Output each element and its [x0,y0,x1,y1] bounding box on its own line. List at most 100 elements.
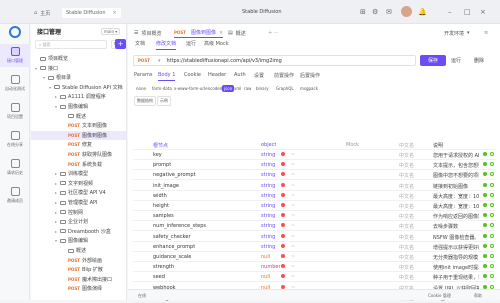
required-icon[interactable] [281,264,285,269]
cn-name-input[interactable]: 中文名 [399,183,414,190]
field-row[interactable]: prompt string ~ 中文名 文本提示，包含您想要在 [133,160,495,171]
field-description[interactable]: 最大高度：宽度：1024 [433,193,479,200]
required-icon[interactable] [281,192,285,197]
tree-item[interactable]: ▸ A1111 调度程序 [31,92,127,101]
field-name[interactable]: samples [153,213,174,219]
url-input[interactable]: https://stablediffusionapi.com/api/v3/im… [166,58,281,64]
field-row[interactable]: height string ~ 中文名 最大高度：宽度：1024 [133,201,495,211]
field-name[interactable]: safety_checker [153,234,191,240]
maximize-icon[interactable]: □ [464,8,471,16]
ptab-body[interactable]: Body 1 [158,72,176,81]
mock-input[interactable]: ~ [291,223,295,229]
field-row[interactable]: seed null ~ 中文名 种子用于重现结果，相同 [133,272,495,283]
menu-icon[interactable]: ≡ [484,28,488,38]
cn-name-input[interactable]: 中文名 [399,234,414,241]
content-type-option[interactable]: binary [254,85,271,92]
field-type[interactable]: null [261,254,270,260]
settings-icon[interactable] [490,254,494,258]
cn-name-input[interactable]: 中文名 [399,152,414,159]
settings-icon[interactable] [490,182,494,187]
save-button[interactable]: 保存 [420,55,446,66]
field-row[interactable]: enhance_prompt string ~ 中文名 增强提示以获得更好的结果 [133,242,495,252]
mock-input[interactable]: ~ [291,152,295,158]
field-type[interactable]: string [261,152,275,158]
mock-input[interactable]: ~ [291,203,295,209]
field-name[interactable]: init_image [153,183,179,189]
field-type[interactable]: number [261,264,281,270]
field-name[interactable]: num_inference_steps [153,223,206,229]
tree-item[interactable]: POST 图像演绎 [31,284,127,293]
add-child-icon[interactable] [483,264,487,269]
project-tab[interactable]: Stable Diffusion × [62,8,121,18]
cn-name-input[interactable]: 中文名 [399,274,414,281]
settings-icon[interactable] [490,162,494,167]
ptab-cookie[interactable]: Cookie [184,72,201,78]
settings-icon[interactable] [490,264,494,269]
mock-input[interactable]: ~ [291,193,295,199]
field-name[interactable]: key [153,152,162,158]
tree-item[interactable]: POST 系统负载 [31,160,127,169]
add-child-icon[interactable] [483,182,487,187]
bell-icon[interactable]: 🔔 [418,8,427,16]
cn-name-input[interactable]: 中文名 [399,172,414,179]
field-type[interactable]: string [261,172,275,178]
tree-search-input[interactable]: ⌕ 搜索 [35,40,107,49]
field-row[interactable]: guidance_scale null ~ 中文名 无分类器指导的规模 [133,252,495,262]
mock-input[interactable]: ~ [291,264,295,270]
tree-item[interactable]: ▸ 管理模型 API [31,198,127,207]
cn-name-input[interactable]: 中文名 [399,203,414,210]
field-description[interactable]: 文本提示，包含您想要在 [433,162,479,169]
content-type-option[interactable]: msgpack [298,85,320,92]
cn-name-input[interactable]: 中文名 [399,244,414,251]
tab-overview[interactable]: ☰ 项目概览 [134,28,162,38]
ptab-header[interactable]: Header [208,72,226,78]
root-row[interactable]: 根节点 object Mock 中文名 说明 [133,140,495,150]
settings-icon[interactable] [490,233,494,238]
help-link[interactable]: 帮助 [474,293,482,299]
env-select[interactable]: 开发环境 ▾ [444,28,470,38]
field-description[interactable]: 种子用于重现结果，相同 [433,274,479,281]
required-icon[interactable] [281,274,285,279]
mock-input[interactable]: ~ [291,183,295,189]
field-name[interactable]: negative_prompt [153,172,196,178]
field-type[interactable]: string [261,213,275,219]
tree-item[interactable]: POST 文本到图像 [31,121,127,130]
add-child-icon[interactable] [483,274,487,279]
field-row[interactable]: num_inference_steps string ~ 中文名 去噪步骤数 [133,221,495,232]
mock-input[interactable]: ~ [291,244,295,250]
field-description[interactable]: 作为响应返回的图像数量 [433,213,479,220]
add-child-icon[interactable] [483,284,487,289]
subtab-run[interactable]: 运行 [186,40,196,47]
tree-item[interactable]: ▾ 接口 [31,64,127,73]
field-description[interactable]: 去噪步骤数 [433,223,479,230]
rail-item-history[interactable]: 请求历史 [0,156,30,179]
chip-schema[interactable]: 数据结构 [134,96,156,106]
required-icon[interactable] [281,172,285,177]
avatar[interactable] [401,6,412,17]
tree-item[interactable]: POST Blip 扩散 [31,265,127,274]
mail-icon[interactable]: ✉ [386,8,392,16]
tree-item[interactable]: 概述 [31,246,127,255]
settings-icon[interactable] [490,274,494,279]
ptab-post[interactable]: 后置操作 [300,72,320,79]
content-type-option[interactable]: GraphQL [274,85,296,92]
cn-name-input[interactable]: 中文名 [399,264,414,271]
add-child-icon[interactable] [483,254,487,258]
settings-icon[interactable] [490,203,494,207]
rail-item-settings[interactable]: 项目设置 [0,100,30,123]
field-name[interactable]: guidance_scale [153,254,191,260]
tree-item[interactable]: ▸ 企业计划 [31,217,127,226]
field-name[interactable]: strength [153,264,174,270]
run-button[interactable]: 运行 [451,55,461,66]
mock-input[interactable]: ~ [291,213,295,219]
window-close-icon[interactable]: × [480,8,486,16]
field-description[interactable]: NSFW 图像检查器。如果 [433,234,479,241]
field-row[interactable]: negative_prompt string ~ 中文名 图像中您不想要的项目 [133,170,495,181]
add-child-icon[interactable] [483,223,487,228]
add-child-icon[interactable] [483,152,487,156]
field-name[interactable]: seed [153,274,165,280]
field-row[interactable]: init_image string ~ 中文名 链接到初始图像 [133,181,495,191]
tree-item[interactable]: POST 外部绘画 [31,256,127,265]
tree-item[interactable]: 概述 [31,112,127,121]
field-type[interactable]: string [261,162,275,168]
